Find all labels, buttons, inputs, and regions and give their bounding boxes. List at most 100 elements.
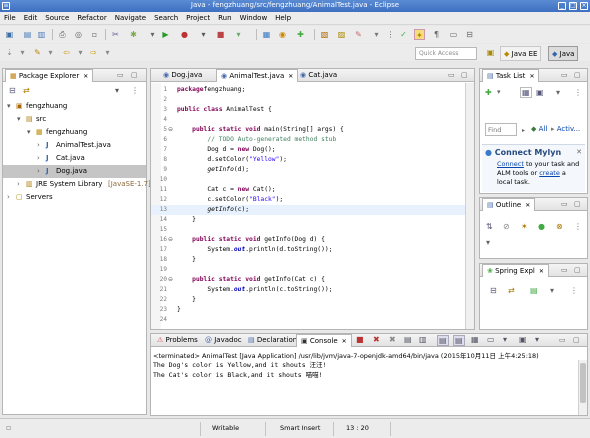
- bug-icon[interactable]: ✱: [128, 29, 139, 40]
- search-tool-icon[interactable]: ✎: [353, 29, 364, 40]
- spring-filter-icon[interactable]: ▤: [530, 286, 538, 295]
- forward-dropdown-icon[interactable]: ▾: [102, 47, 113, 58]
- open-console-dropdown-icon[interactable]: ▾: [535, 335, 539, 344]
- open-type-icon[interactable]: ▧: [319, 29, 330, 40]
- menu-navigate[interactable]: Navigate: [111, 12, 150, 22]
- last-edit-dropdown-icon[interactable]: ▾: [45, 47, 56, 58]
- sort-icon[interactable]: ⇅: [486, 222, 493, 231]
- menu-run[interactable]: Run: [214, 12, 235, 22]
- tab-outline[interactable]: ▤ Outline ✕: [482, 198, 536, 211]
- tab-problems[interactable]: ⚠ Problems: [153, 334, 202, 347]
- maximize-icon[interactable]: □: [569, 2, 577, 10]
- terminate-icon[interactable]: ▫: [89, 29, 100, 40]
- task-maximize-icon[interactable]: ▢: [574, 71, 581, 79]
- pin-icon[interactable]: ⊟: [464, 29, 475, 40]
- show-on-output-icon[interactable]: ▤: [437, 335, 449, 346]
- back-dropdown-icon[interactable]: ▾: [75, 47, 86, 58]
- code-area[interactable]: 1 packagefengzhuang; 2 3 public class Animal…: [151, 85, 465, 329]
- outline-dropdown-icon[interactable]: ▾: [486, 238, 490, 247]
- maximize-view-icon[interactable]: ▢: [131, 71, 138, 79]
- remove-launch-icon[interactable]: ✖: [373, 335, 380, 344]
- outline-maximize-icon[interactable]: ▢: [574, 200, 581, 208]
- display-console-dropdown-icon[interactable]: ▾: [503, 335, 507, 344]
- hide-static-icon[interactable]: ✶: [521, 222, 528, 231]
- menu-edit[interactable]: Edit: [20, 12, 42, 22]
- stop-server-icon[interactable]: ■: [215, 29, 226, 40]
- mylyn-close-icon[interactable]: ✕: [576, 148, 582, 156]
- fold-toggle-icon[interactable]: ⊖: [168, 125, 173, 135]
- terminate-console-icon[interactable]: ■: [356, 335, 364, 344]
- view-menu-icon[interactable]: ▾: [115, 86, 119, 95]
- prev-annotation-icon[interactable]: ▾: [17, 47, 28, 58]
- tab-declaration[interactable]: ▤ Declaration: [244, 334, 301, 347]
- task-find-input[interactable]: Find: [485, 123, 517, 136]
- close-tab-icon[interactable]: ✕: [288, 73, 293, 80]
- new-package-icon[interactable]: ✚: [295, 29, 306, 40]
- link-editor-icon[interactable]: ⇄: [23, 86, 30, 95]
- console-minimize-icon[interactable]: ▭: [559, 336, 566, 344]
- find-dropdown-icon[interactable]: ▸: [522, 127, 525, 134]
- expanded-icon[interactable]: ▾: [7, 102, 11, 110]
- menu-help[interactable]: Help: [271, 12, 295, 22]
- spring-maximize-icon[interactable]: ▢: [574, 266, 581, 274]
- tab-cat-java[interactable]: ◉ Cat.java: [296, 69, 341, 82]
- quick-access-input[interactable]: Quick Access: [415, 47, 477, 60]
- filter-all-link[interactable]: ◆ All: [531, 125, 547, 133]
- menu-search[interactable]: Search: [150, 12, 182, 22]
- search-dropdown-icon[interactable]: ▾: [371, 29, 382, 40]
- back-icon[interactable]: ⇦: [61, 47, 72, 58]
- task-minimize-icon[interactable]: ▭: [561, 71, 568, 79]
- run-config-icon[interactable]: ●: [179, 29, 190, 40]
- activate-link[interactable]: ▸ Activ...: [551, 125, 580, 133]
- tree-item[interactable]: › ▢ Servers: [3, 191, 146, 204]
- new-task-dropdown-icon[interactable]: ▾: [497, 88, 501, 96]
- spring-link-icon[interactable]: ⇄: [508, 286, 515, 295]
- show-on-error-icon[interactable]: ▤: [453, 335, 465, 346]
- hide-nonpublic-icon[interactable]: ●: [538, 222, 545, 231]
- menu-refactor[interactable]: Refactor: [73, 12, 110, 22]
- print-icon[interactable]: ⎙: [57, 29, 68, 40]
- collapsed-icon[interactable]: ›: [37, 167, 40, 175]
- fold-toggle-icon[interactable]: ⊖: [168, 235, 173, 245]
- scheduled-icon[interactable]: ▣: [536, 88, 544, 97]
- hide-fields-icon[interactable]: ⊘: [503, 222, 510, 231]
- highlight-icon[interactable]: ✦: [414, 29, 425, 40]
- remove-all-icon[interactable]: ✖: [389, 335, 396, 344]
- open-task-icon[interactable]: ▨: [336, 29, 347, 40]
- debug-tools-icon[interactable]: ✂: [110, 29, 121, 40]
- block-select-icon[interactable]: ▭: [448, 29, 459, 40]
- expanded-icon[interactable]: ▾: [17, 115, 21, 123]
- close-icon[interactable]: ×: [580, 2, 588, 10]
- new-java-project-icon[interactable]: ▦: [261, 29, 272, 40]
- new-class-icon[interactable]: ◉: [277, 29, 288, 40]
- save-icon[interactable]: ▤: [22, 29, 33, 40]
- console-scrollbar[interactable]: [578, 360, 587, 415]
- collapse-all-icon[interactable]: ⊟: [9, 86, 16, 95]
- window-menu-icon[interactable]: ≡: [2, 2, 10, 10]
- server-icon[interactable]: ▾: [233, 29, 244, 40]
- collapsed-icon[interactable]: ›: [37, 154, 40, 162]
- forward-icon[interactable]: ⇨: [88, 47, 99, 58]
- mylyn-connect-link[interactable]: Connect: [497, 160, 524, 168]
- tab-package-explorer[interactable]: ▦ Package Explorer ✕: [5, 69, 94, 82]
- outline-minimize-icon[interactable]: ▭: [561, 200, 568, 208]
- save-all-icon[interactable]: ▥: [36, 29, 47, 40]
- new-icon[interactable]: ▣: [4, 29, 15, 40]
- minimize-view-icon[interactable]: ▭: [117, 71, 124, 79]
- tree-item[interactable]: › ▥ JRE System Library [JavaSE-1.7]: [3, 178, 151, 191]
- outline-view-menu-icon[interactable]: ⋮: [574, 222, 582, 231]
- tab-task-list[interactable]: ▤ Task List ✕: [482, 69, 540, 82]
- collapsed-icon[interactable]: ›: [17, 180, 20, 188]
- spring-menu-icon[interactable]: ▾: [550, 286, 554, 295]
- display-console-icon[interactable]: ▭: [487, 335, 495, 344]
- collapsed-icon[interactable]: ›: [7, 193, 10, 201]
- external-tools-icon[interactable]: ▾: [198, 29, 209, 40]
- task-view-menu-icon[interactable]: ▾: [556, 88, 560, 97]
- fast-view-icon[interactable]: ▫: [6, 423, 11, 432]
- tree-item[interactable]: › J Dog.java: [3, 165, 146, 178]
- spring-minimize-icon[interactable]: ▭: [561, 266, 568, 274]
- fold-toggle-icon[interactable]: ⊖: [168, 275, 173, 285]
- skip-breakpoints-icon[interactable]: ◎: [73, 29, 84, 40]
- spring-collapse-icon[interactable]: ⊟: [490, 286, 497, 295]
- show-whitespace-icon[interactable]: ¶: [431, 29, 442, 40]
